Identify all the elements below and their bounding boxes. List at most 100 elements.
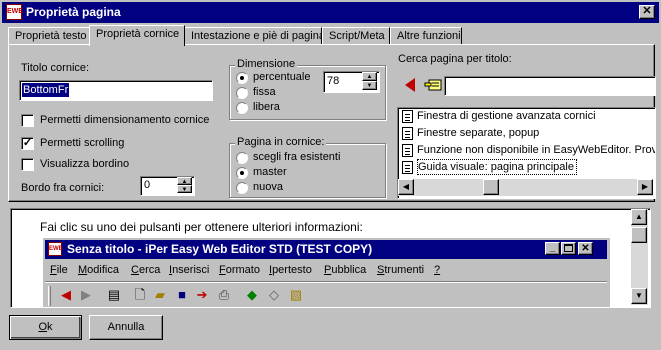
spacing-up-button[interactable]: ▲	[177, 177, 192, 185]
close-icon: ✕	[581, 243, 590, 254]
close-button[interactable]: ✕	[639, 5, 655, 19]
maximize-button[interactable]	[561, 242, 576, 255]
page-existing-label: scegli fra esistenti	[253, 151, 341, 163]
menu-cerca[interactable]: Cerca	[131, 264, 160, 276]
resize-checkbox[interactable]	[21, 114, 34, 127]
menu-inserisci[interactable]: Inserisci	[169, 264, 209, 276]
scroll-thumb[interactable]	[631, 227, 647, 243]
preview-title: Senza titolo - iPer Easy Web Editor STD …	[67, 242, 373, 256]
list-item-selected[interactable]: Guida visuale: pagina principale	[400, 159, 640, 176]
list-item[interactable]: Finestra di gestione avanzata cornici	[400, 108, 640, 125]
menu-pubblica[interactable]: Pubblica	[324, 264, 366, 276]
scroll-checkbox[interactable]: ✓	[21, 137, 34, 150]
dimension-value: 78	[327, 75, 340, 87]
back-icon[interactable]: ◀	[57, 286, 75, 304]
border-checkbox[interactable]	[21, 158, 34, 171]
tab-label: Proprietà cornice	[96, 28, 180, 40]
open-folder-icon[interactable]: ▰	[151, 286, 169, 304]
spacing-value: 0	[144, 179, 151, 191]
preview-toolbar: ◀ ▶ ▤ 🗋 ▰ ■ ➔ ⎙ ◆ ◇ ▧	[45, 281, 607, 307]
spacing-input[interactable]: 0 ▲ ▼	[140, 176, 195, 196]
close-icon: ✕	[642, 5, 652, 17]
scroll-left-button[interactable]: ◀	[398, 179, 414, 195]
book-icon[interactable]: ◆	[243, 286, 261, 304]
scroll-thumb[interactable]	[483, 179, 499, 195]
dimension-down-button[interactable]: ▼	[362, 81, 377, 90]
check-icon: ✓	[22, 137, 33, 149]
arrow-right-icon: ▶	[641, 182, 649, 191]
dimension-up-button[interactable]: ▲	[362, 72, 377, 81]
preview-close-button[interactable]: ✕	[578, 242, 593, 255]
border-label: Visualizza bordino	[40, 158, 130, 170]
dimension-percent-radio[interactable]	[236, 72, 248, 84]
tab-proprieta-testo[interactable]: Proprietà testo	[8, 27, 91, 45]
page-master-radio[interactable]	[236, 167, 248, 179]
print-icon[interactable]: ⎙	[215, 286, 233, 304]
ok-button[interactable]: Ok	[9, 315, 82, 340]
dimension-free-label: libera	[253, 101, 280, 113]
scroll-right-button[interactable]: ▶	[637, 179, 653, 195]
scroll-up-button[interactable]: ▲	[631, 209, 647, 225]
list-item-label: Funzione non disponibile in EasyWebEdito…	[417, 144, 656, 156]
menu-strumenti[interactable]: Strumenti	[377, 264, 424, 276]
search-label: Cerca pagina per titolo:	[398, 53, 512, 65]
search-page-icon[interactable]	[424, 77, 442, 93]
eraser-icon[interactable]: ◇	[265, 286, 283, 304]
scroll-down-button[interactable]: ▼	[631, 288, 647, 304]
list-item-label: Finestra di gestione avanzata cornici	[417, 110, 596, 122]
list-item-label: Guida visuale: pagina principale	[417, 159, 577, 175]
page-new-label: nuova	[253, 181, 283, 193]
help-preview-window[interactable]: EWE Senza titolo - iPer Easy Web Editor …	[42, 237, 610, 307]
tab-script-meta[interactable]: Script/Meta	[322, 27, 390, 45]
list-item[interactable]: Finestre separate, popup	[400, 125, 640, 142]
page-in-frame-label: Pagina in cornice:	[235, 136, 327, 148]
page-existing-radio[interactable]	[236, 152, 248, 164]
help-vertical-scrollbar[interactable]: ▲ ▼	[631, 209, 648, 305]
minimize-button[interactable]: _	[545, 242, 560, 255]
menu-modifica[interactable]: Modifica	[78, 264, 119, 276]
dimension-fixed-radio[interactable]	[236, 87, 248, 99]
spacing-down-button[interactable]: ▼	[177, 185, 192, 193]
app-icon: EWE	[48, 242, 63, 256]
dimension-free-radio[interactable]	[236, 102, 248, 114]
list-horizontal-scrollbar[interactable]: ◀ ▶	[398, 179, 653, 196]
tab-altre-funzioni[interactable]: Altre funzioni	[390, 27, 462, 45]
page-properties-icon[interactable]: ▤	[105, 286, 123, 304]
dimension-fixed-label: fissa	[253, 86, 276, 98]
search-input[interactable]	[444, 76, 656, 96]
save-icon[interactable]: ■	[173, 286, 191, 304]
window-title: Proprietà pagina	[26, 5, 121, 19]
export-icon[interactable]: ➔	[193, 286, 211, 304]
preview-title-bar: EWE Senza titolo - iPer Easy Web Editor …	[45, 240, 607, 259]
help-area: Fai clic su uno dei pulsanti per ottener…	[10, 208, 651, 308]
menu-help[interactable]: ?	[434, 264, 440, 276]
tab-intestazione[interactable]: Intestazione e piè di pagina	[184, 27, 325, 45]
search-results-list[interactable]: Finestra di gestione avanzata cornici Fi…	[397, 107, 656, 199]
search-page-icon[interactable]: ▧	[287, 286, 305, 304]
list-item-label: Finestre separate, popup	[417, 127, 540, 139]
document-icon	[402, 110, 413, 123]
menu-file[interactable]: File	[50, 264, 68, 276]
preview-menubar: File Modifica Cerca Inserisci Formato Ip…	[45, 261, 607, 279]
page-master-label: master	[253, 166, 287, 178]
document-icon	[402, 144, 413, 157]
tab-label: Script/Meta	[329, 30, 385, 42]
cancel-button[interactable]: Annulla	[89, 315, 163, 340]
frame-title-label: Titolo cornice:	[21, 62, 90, 74]
dimension-value-input[interactable]: 78 ▲ ▼	[323, 71, 380, 93]
new-file-icon[interactable]: 🗋	[131, 286, 149, 304]
ok-label: k	[47, 321, 53, 333]
list-item[interactable]: Funzione non disponibile in EasyWebEdito…	[400, 142, 656, 159]
menu-formato[interactable]: Formato	[219, 264, 260, 276]
forward-icon[interactable]: ▶	[77, 286, 95, 304]
arrow-left-icon: ◀	[402, 182, 410, 191]
frame-title-value: BottomFr	[22, 83, 70, 97]
tab-proprieta-cornice[interactable]: Proprietà cornice	[89, 25, 185, 46]
frame-title-input[interactable]: BottomFr	[19, 80, 213, 101]
arrow-down-icon: ▼	[181, 187, 188, 193]
title-bar[interactable]: EWE Proprietà pagina ✕	[2, 2, 659, 23]
page-new-radio[interactable]	[236, 182, 248, 194]
arrow-down-icon: ▼	[366, 83, 373, 89]
menu-ipertesto[interactable]: Ipertesto	[269, 264, 312, 276]
back-arrow-icon[interactable]	[404, 78, 416, 92]
